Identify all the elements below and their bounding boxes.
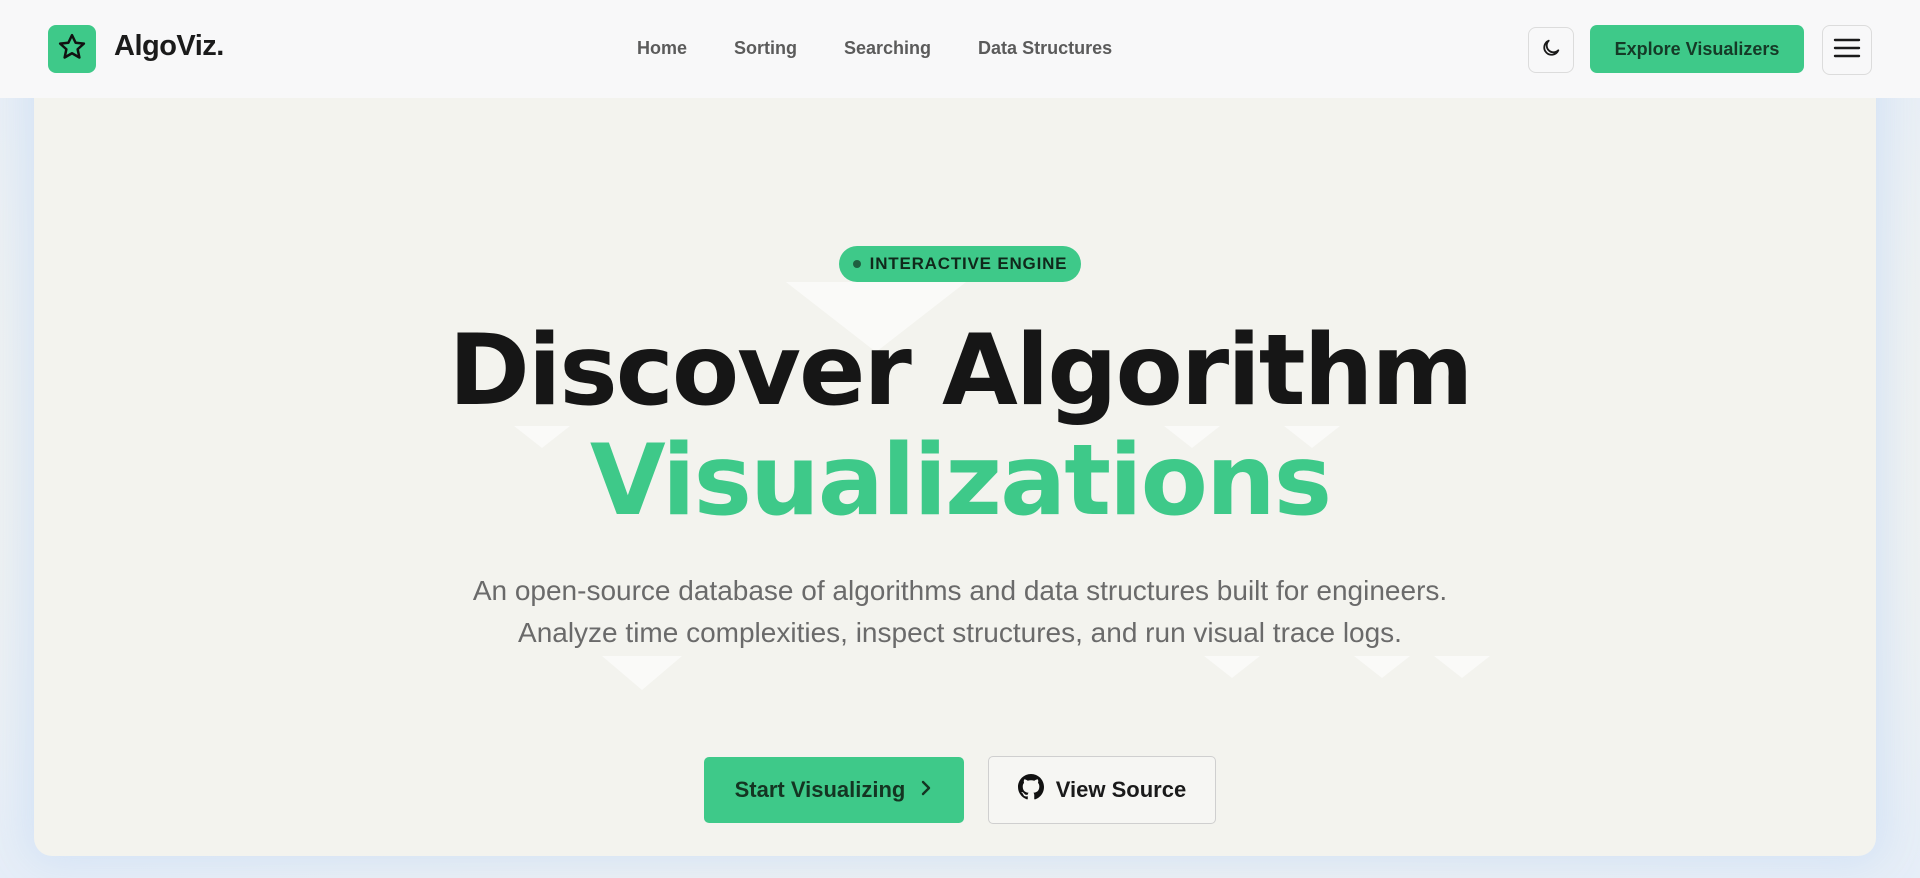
top-navbar: AlgoViz. Home Sorting Searching Data Str…: [0, 0, 1920, 98]
status-dot: [852, 260, 861, 268]
menu-button[interactable]: [1822, 25, 1872, 75]
start-visualizing-button[interactable]: Start Visualizing: [704, 757, 964, 823]
hero-title-accent: Visualizations: [589, 424, 1332, 538]
brand-name[interactable]: AlgoViz.: [114, 30, 224, 63]
chevron-right-icon: [919, 777, 933, 803]
nav-item-home[interactable]: Home: [637, 38, 687, 59]
nav-item-sorting[interactable]: Sorting: [734, 38, 797, 59]
hero-title: Discover Algorithm: [448, 314, 1473, 428]
star-icon: [57, 32, 87, 67]
decorative-triangle: [1354, 656, 1410, 678]
moon-icon: [1540, 37, 1562, 64]
logo[interactable]: [48, 25, 96, 73]
decorative-triangle: [1434, 656, 1490, 678]
start-visualizing-label: Start Visualizing: [734, 777, 906, 802]
nav-item-data-structures[interactable]: Data Structures: [978, 38, 1112, 59]
badge-label: INTERACTIVE ENGINE: [869, 254, 1068, 273]
nav-item-searching[interactable]: Searching: [844, 38, 931, 59]
decorative-triangle: [1204, 656, 1260, 678]
main-nav: Home Sorting Searching Data Structures: [637, 38, 1159, 59]
interactive-engine-badge: INTERACTIVE ENGINE: [839, 246, 1081, 282]
decorative-triangle: [602, 656, 682, 690]
theme-toggle-button[interactable]: [1528, 27, 1574, 73]
hamburger-menu-icon: [1833, 37, 1861, 64]
hero-subtitle: An open-source database of algorithms an…: [472, 575, 1448, 648]
github-icon: [1017, 774, 1044, 806]
view-source-label: View Source: [1055, 777, 1187, 802]
view-source-button[interactable]: View Source: [988, 756, 1216, 824]
explore-visualizers-button[interactable]: Explore Visualizers: [1590, 25, 1804, 73]
